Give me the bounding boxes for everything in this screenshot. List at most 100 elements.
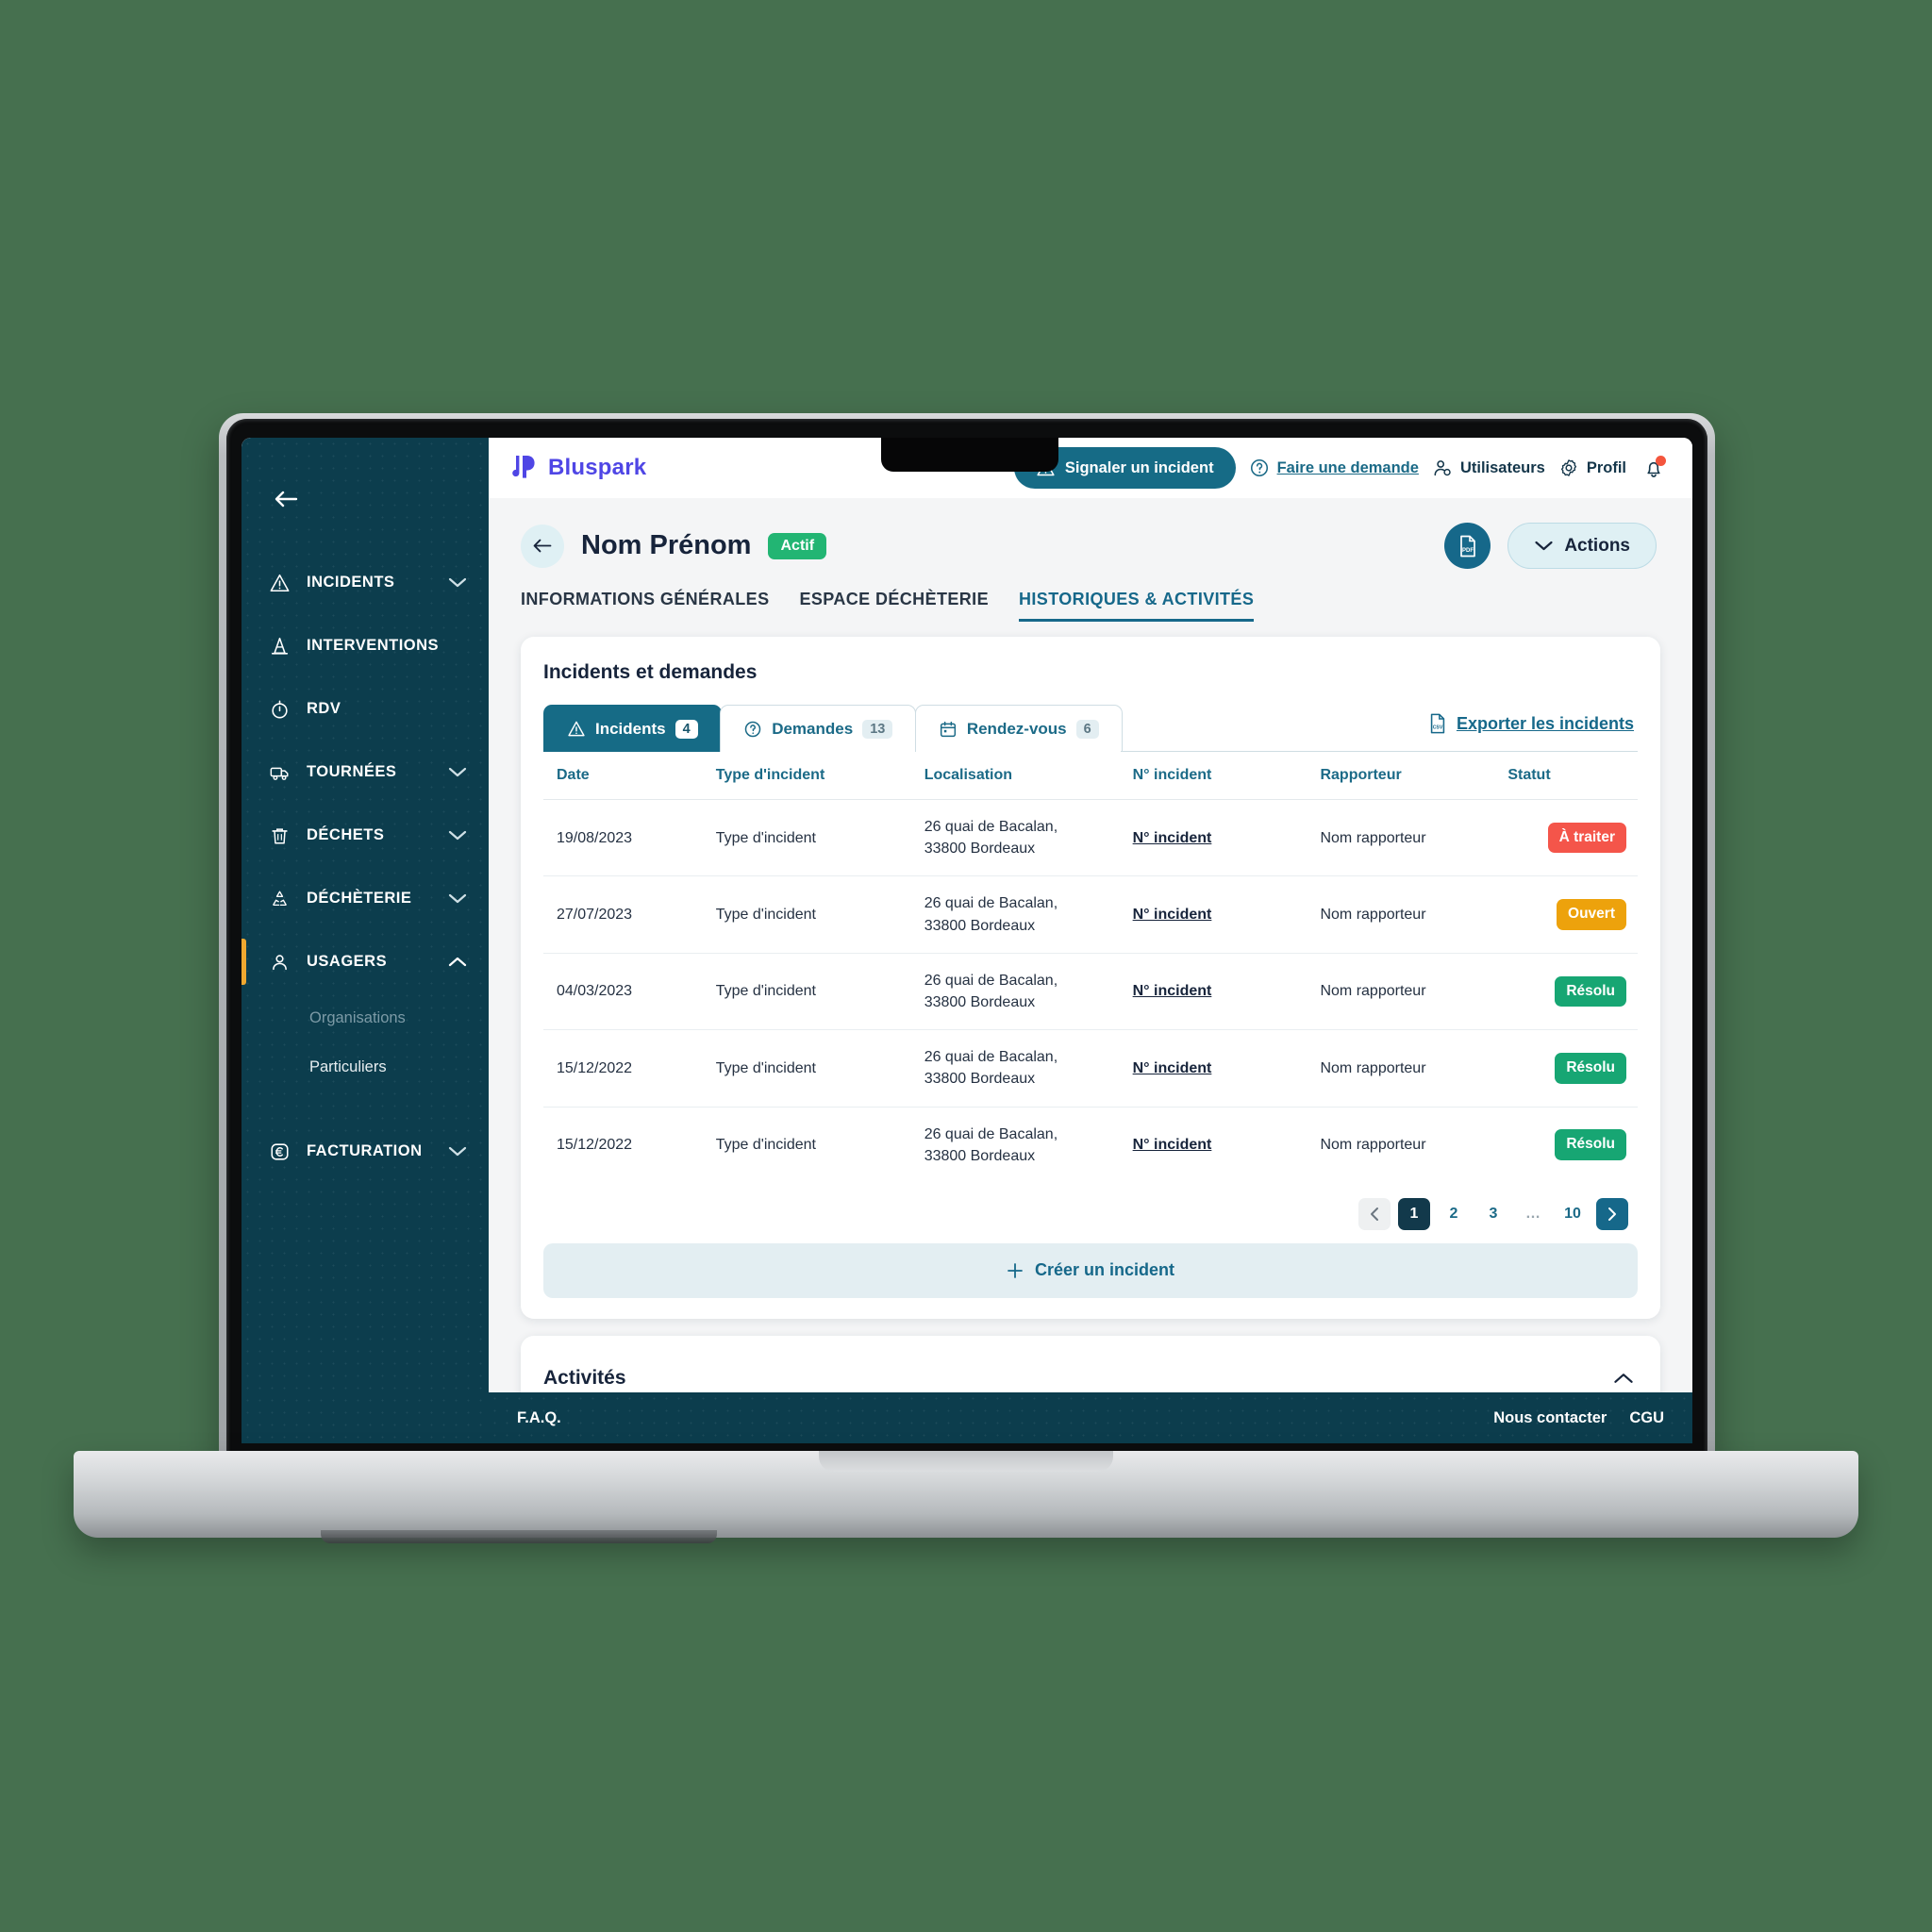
chevron-down-icon bbox=[1535, 541, 1553, 551]
incident-number-link[interactable]: N° incident bbox=[1133, 830, 1212, 846]
status-badge: Actif bbox=[768, 532, 827, 559]
pdf-export-button[interactable]: PDF bbox=[1444, 523, 1491, 569]
incident-number-link[interactable]: N° incident bbox=[1133, 1137, 1212, 1153]
incident-number-link[interactable]: N° incident bbox=[1133, 1060, 1212, 1076]
activities-card: Activités bbox=[521, 1335, 1660, 1392]
status-badge: À traiter bbox=[1547, 822, 1626, 854]
arrow-left-icon bbox=[275, 491, 298, 508]
cell-localisation: 26 quai de Bacalan, 33800 Bordeaux bbox=[918, 953, 1127, 1031]
inner-tab-count: 6 bbox=[1075, 719, 1099, 739]
inner-tab-rendez-vous[interactable]: Rendez-vous 6 bbox=[914, 705, 1123, 752]
sidebar-item-facturation[interactable]: FACTURATION bbox=[242, 1120, 489, 1183]
table-row[interactable]: 15/12/2022 Type d'incident 26 quai de Baca… bbox=[543, 1107, 1638, 1183]
report-incident-label: Signaler un incident bbox=[1064, 458, 1214, 476]
sidebar-subitem-organisations[interactable]: Organisations bbox=[242, 993, 489, 1042]
sidebar-item-decheterie[interactable]: DÉCHÈTERIE bbox=[242, 867, 489, 930]
inner-tab-incidents[interactable]: Incidents 4 bbox=[543, 705, 722, 752]
cell-rapporteur: Nom rapporteur bbox=[1314, 875, 1503, 954]
table-row[interactable]: 27/07/2023 Type d'incident 26 quai de Baca… bbox=[543, 875, 1638, 954]
chevron-down-icon[interactable] bbox=[447, 1141, 468, 1162]
sidebar-item-rdv[interactable]: RDV bbox=[242, 677, 489, 741]
footer-cgu-link[interactable]: CGU bbox=[1629, 1409, 1664, 1427]
sidebar-item-usagers[interactable]: USAGERS bbox=[242, 930, 489, 993]
table-row[interactable]: 15/12/2022 Type d'incident 26 quai de Baca… bbox=[543, 1029, 1638, 1108]
sidebar-item-incidents[interactable]: INCIDENTS bbox=[242, 551, 489, 614]
user-gear-icon bbox=[1434, 460, 1451, 476]
profile-link[interactable]: Profil bbox=[1558, 458, 1626, 478]
sidebar-collapse-button[interactable] bbox=[270, 483, 302, 515]
column-header-localisation: Localisation bbox=[918, 752, 1127, 800]
tab-historiques-activites[interactable]: HISTORIQUES & ACTIVITÉS bbox=[1019, 590, 1255, 622]
cell-type: Type d'incident bbox=[715, 1137, 816, 1154]
tab-espace-decheterie[interactable]: ESPACE DÉCHÈTERIE bbox=[799, 590, 989, 622]
sidebar-item-dechets[interactable]: DÉCHETS bbox=[242, 804, 489, 867]
pagination-next-button[interactable] bbox=[1596, 1197, 1628, 1230]
sidebar-item-label: DÉCHETS bbox=[307, 826, 385, 843]
footer-contact-link[interactable]: Nous contacter bbox=[1493, 1409, 1607, 1427]
notification-bell-icon[interactable] bbox=[1640, 454, 1668, 482]
incident-number-link[interactable]: N° incident bbox=[1133, 907, 1212, 923]
chevron-up-icon[interactable] bbox=[447, 952, 468, 973]
pagination: 1 2 3… 10 bbox=[543, 1183, 1638, 1243]
pdf-file-icon: PDF bbox=[1459, 535, 1475, 557]
chevron-down-icon[interactable] bbox=[447, 889, 468, 909]
content-area: Incidents et demandes Incidents 4 Demand… bbox=[489, 622, 1692, 1392]
sidebar-subitem-particuliers[interactable]: Particuliers bbox=[242, 1042, 489, 1091]
actions-dropdown-button[interactable]: Actions bbox=[1507, 523, 1657, 569]
cell-date: 04/03/2023 bbox=[543, 953, 710, 1031]
pagination-ellipsis: … bbox=[1517, 1198, 1549, 1230]
brand-logo[interactable]: Bluspark bbox=[511, 453, 646, 483]
status-badge: Ouvert bbox=[1557, 899, 1626, 930]
sidebar-item-label: TOURNÉES bbox=[307, 763, 397, 780]
cell-statut: Résolu bbox=[1502, 1107, 1638, 1183]
cell-rapporteur: Nom rapporteur bbox=[1320, 1137, 1426, 1154]
cell-localisation: 26 quai de Bacalan, 33800 Bordeaux bbox=[918, 875, 1127, 954]
users-link[interactable]: Utilisateurs bbox=[1432, 458, 1545, 478]
sidebar-item-tournees[interactable]: TOURNÉES bbox=[242, 741, 489, 804]
back-button[interactable] bbox=[521, 524, 564, 568]
cell-numero: N° incident bbox=[1126, 953, 1315, 1031]
chevron-down-icon[interactable] bbox=[447, 573, 468, 593]
notification-badge-dot bbox=[1656, 456, 1666, 466]
activities-collapse-toggle[interactable] bbox=[1609, 1364, 1638, 1392]
table-row[interactable]: 19/08/2023 Type d'incident 26 quai de Baca… bbox=[543, 799, 1638, 877]
chevron-down-icon[interactable] bbox=[447, 825, 468, 846]
page-header: Nom Prénom Actif PDF Actions bbox=[489, 498, 1692, 569]
chevron-down-icon[interactable] bbox=[447, 762, 468, 783]
cell-date: 27/07/2023 bbox=[543, 875, 710, 954]
table-row[interactable]: 04/03/2023 Type d'incident 26 quai de Baca… bbox=[543, 953, 1638, 1031]
export-incidents-label: Exporter les incidents bbox=[1456, 713, 1634, 733]
column-header-numero: N° incident bbox=[1126, 752, 1315, 800]
chevron-left-icon bbox=[1371, 1207, 1378, 1221]
pagination-prev-button[interactable] bbox=[1358, 1197, 1391, 1230]
cell-date: 15/12/2022 bbox=[557, 1137, 633, 1154]
table-header-row: Date Type d'incident Localisation N° inc… bbox=[543, 752, 1638, 800]
csv-file-icon: CSV bbox=[1430, 713, 1445, 734]
create-incident-button[interactable]: Créer un incident bbox=[543, 1242, 1638, 1298]
pagination-page-2[interactable]: 2 bbox=[1438, 1198, 1470, 1230]
sidebar-item-interventions[interactable]: INTERVENTIONS bbox=[242, 614, 489, 677]
footer-faq-link[interactable]: F.A.Q. bbox=[517, 1409, 561, 1427]
incident-number-link[interactable]: N° incident bbox=[1133, 983, 1212, 999]
tab-informations-generales[interactable]: INFORMATIONS GÉNÉRALES bbox=[521, 590, 769, 622]
chevron-right-icon bbox=[1608, 1207, 1616, 1221]
incidents-inner-tabs: Incidents 4 Demandes 13 Rendez-vous 6 CS… bbox=[543, 705, 1638, 752]
pagination-page-10[interactable]: 10 bbox=[1557, 1198, 1589, 1230]
export-incidents-link[interactable]: CSV Exporter les incidents bbox=[1427, 712, 1634, 735]
users-label: Utilisateurs bbox=[1459, 458, 1545, 476]
pagination-page-3[interactable]: 3 bbox=[1477, 1198, 1509, 1230]
pagination-page-1[interactable]: 1 bbox=[1398, 1197, 1430, 1230]
make-request-link[interactable]: Faire une demande bbox=[1249, 458, 1419, 478]
stopwatch-icon bbox=[268, 697, 291, 721]
inner-tab-demandes[interactable]: Demandes 13 bbox=[720, 705, 917, 752]
footer: F.A.Q. Nous contacter CGU bbox=[489, 1392, 1692, 1443]
user-icon bbox=[268, 950, 291, 974]
incidents-card-title: Incidents et demandes bbox=[543, 661, 758, 683]
sidebar-item-label: USAGERS bbox=[307, 953, 388, 970]
laptop-base-shadow bbox=[321, 1530, 717, 1543]
inner-tab-label: Rendez-vous bbox=[966, 719, 1067, 738]
warning-triangle-icon bbox=[268, 571, 291, 594]
inner-tab-label: Incidents bbox=[595, 719, 666, 738]
cell-statut: Résolu bbox=[1502, 1029, 1638, 1108]
main-content: Bluspark Signaler un incident Faire une … bbox=[489, 438, 1692, 1443]
